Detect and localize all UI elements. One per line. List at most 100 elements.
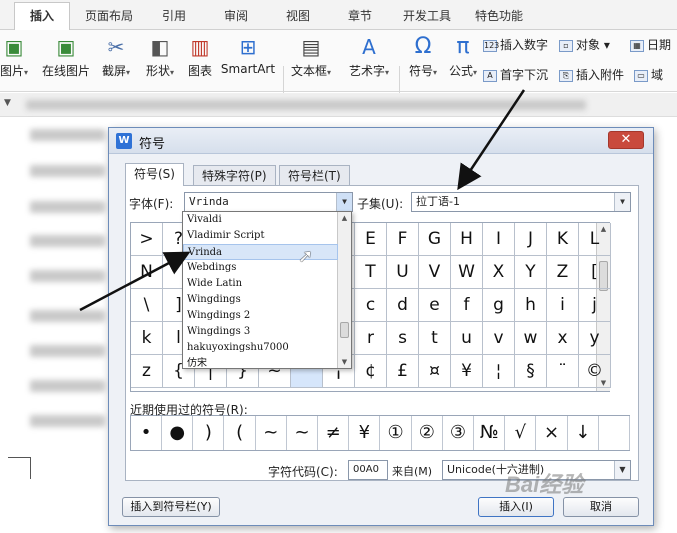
- attachment-button[interactable]: ⎘ 插入附件: [559, 66, 624, 83]
- symbol-cell[interactable]: e: [419, 289, 451, 322]
- symbol-cell[interactable]: ¦: [483, 355, 515, 388]
- symbol-cell[interactable]: k: [131, 322, 163, 355]
- close-button[interactable]: ✕: [608, 131, 644, 149]
- textbox-button[interactable]: ▤ 文本框▾: [288, 34, 334, 79]
- scroll-thumb[interactable]: [340, 322, 349, 338]
- recent-symbol-cell[interactable]: ×: [537, 416, 568, 450]
- dialog-titlebar[interactable]: W 符号 ✕: [109, 128, 653, 154]
- font-list-item[interactable]: Wingdings 3: [183, 324, 338, 340]
- font-combobox[interactable]: Vrinda ▼: [184, 192, 353, 212]
- tab-symbol-bar[interactable]: 符号栏(T): [279, 165, 350, 185]
- scroll-down-icon[interactable]: ▼: [338, 356, 351, 368]
- font-list-scrollbar[interactable]: ▲ ▼: [337, 212, 351, 368]
- symbol-cell[interactable]: H: [451, 223, 483, 256]
- symbol-cell[interactable]: w: [515, 322, 547, 355]
- symbol-cell[interactable]: V: [419, 256, 451, 289]
- symbol-cell[interactable]: c: [355, 289, 387, 322]
- scroll-up-icon[interactable]: ▲: [338, 212, 351, 224]
- recent-symbol-cell[interactable]: ①: [381, 416, 412, 450]
- font-list-item[interactable]: 仿宋: [183, 356, 338, 372]
- symbol-cell[interactable]: F: [387, 223, 419, 256]
- symbol-cell[interactable]: E: [355, 223, 387, 256]
- symbol-cell[interactable]: z: [131, 355, 163, 388]
- tab-special-characters[interactable]: 特殊字符(P): [193, 165, 276, 185]
- symbol-cell[interactable]: G: [419, 223, 451, 256]
- recent-symbol-cell[interactable]: ~: [287, 416, 318, 450]
- tab-symbols[interactable]: 符号(S): [125, 163, 184, 186]
- recent-symbol-cell[interactable]: ~: [256, 416, 287, 450]
- symbol-cell[interactable]: ©: [579, 355, 611, 388]
- symbol-cell[interactable]: >: [131, 223, 163, 256]
- screenshot-button[interactable]: ✂ 截屏▾: [96, 34, 136, 79]
- recent-symbol-cell[interactable]: •: [131, 416, 162, 450]
- recent-symbol-cell[interactable]: √: [505, 416, 537, 450]
- tab-page-layout[interactable]: 页面布局: [78, 3, 140, 30]
- dropcap-button[interactable]: A 首字下沉: [483, 66, 548, 83]
- symbol-cell[interactable]: t: [419, 322, 451, 355]
- field-button[interactable]: ▭ 域: [634, 66, 663, 83]
- chart-button[interactable]: ▥ 图表: [184, 34, 216, 79]
- symbol-cell[interactable]: d: [387, 289, 419, 322]
- symbol-cell[interactable]: \: [131, 289, 163, 322]
- recent-symbol-cell[interactable]: ¥: [349, 416, 381, 450]
- recent-symbol-cell[interactable]: ↓: [568, 416, 599, 450]
- recent-symbol-cell[interactable]: (: [225, 416, 256, 450]
- symbol-cell[interactable]: y: [579, 322, 611, 355]
- shapes-button[interactable]: ◧ 形状▾: [140, 34, 180, 79]
- symbol-cell[interactable]: L: [579, 223, 611, 256]
- date-button[interactable]: ▦ 日期: [630, 36, 671, 53]
- symbol-cell[interactable]: ¤: [419, 355, 451, 388]
- symbol-cell[interactable]: Y: [515, 256, 547, 289]
- symbol-cell[interactable]: v: [483, 322, 515, 355]
- symbol-cell[interactable]: ¥: [451, 355, 483, 388]
- symbol-cell[interactable]: ¢: [355, 355, 387, 388]
- chevron-down-icon[interactable]: ▼: [614, 461, 630, 479]
- symbol-cell[interactable]: X: [483, 256, 515, 289]
- symbol-cell[interactable]: r: [355, 322, 387, 355]
- recent-symbol-cell[interactable]: ●: [162, 416, 194, 450]
- symbol-cell[interactable]: K: [547, 223, 579, 256]
- symbol-cell[interactable]: ¨: [547, 355, 579, 388]
- collapse-arrow-icon[interactable]: ▼: [4, 98, 11, 108]
- symbol-cell[interactable]: W: [451, 256, 483, 289]
- symbol-cell[interactable]: £: [387, 355, 419, 388]
- insert-number-button[interactable]: 123插入数字: [483, 36, 548, 53]
- recent-symbol-cell[interactable]: ≠: [318, 416, 350, 450]
- chevron-down-icon[interactable]: ▼: [614, 193, 630, 211]
- symbol-cell[interactable]: U: [387, 256, 419, 289]
- tab-view[interactable]: 视图: [274, 3, 322, 30]
- recent-symbol-cell[interactable]: №: [474, 416, 506, 450]
- tab-review[interactable]: 审阅: [212, 3, 260, 30]
- symbol-cell[interactable]: J: [515, 223, 547, 256]
- symbol-cell[interactable]: T: [355, 256, 387, 289]
- object-button[interactable]: ▫ 对象 ▾: [559, 36, 610, 53]
- smartart-button[interactable]: ⊞ SmartArt: [218, 34, 278, 76]
- insert-to-symbol-bar-button[interactable]: 插入到符号栏(Y): [122, 497, 220, 517]
- font-list-item[interactable]: Wide Latin: [183, 276, 338, 292]
- symbol-cell[interactable]: u: [451, 322, 483, 355]
- symbol-cell[interactable]: Z: [547, 256, 579, 289]
- tab-references[interactable]: 引用: [150, 3, 198, 30]
- char-code-input[interactable]: 00A0: [348, 460, 388, 480]
- font-list-item[interactable]: Vivaldi: [183, 212, 338, 228]
- cancel-button[interactable]: 取消: [563, 497, 639, 517]
- online-picture-button[interactable]: ▣ 在线图片: [38, 34, 94, 79]
- font-list-item[interactable]: Vladimir Script: [183, 228, 338, 244]
- symbol-cell[interactable]: [: [579, 256, 611, 289]
- symbol-cell[interactable]: h: [515, 289, 547, 322]
- recent-symbol-cell[interactable]: ③: [443, 416, 474, 450]
- symbol-cell[interactable]: §: [515, 355, 547, 388]
- font-list-item[interactable]: Wingdings 2: [183, 308, 338, 324]
- symbol-cell[interactable]: g: [483, 289, 515, 322]
- insert-button[interactable]: 插入(I): [478, 497, 554, 517]
- symbol-cell[interactable]: I: [483, 223, 515, 256]
- formula-button[interactable]: π 公式▾: [446, 34, 480, 79]
- recent-symbol-cell[interactable]: ②: [412, 416, 443, 450]
- tab-chapter[interactable]: 章节: [336, 3, 384, 30]
- font-list-item[interactable]: Wingdings: [183, 292, 338, 308]
- symbol-cell[interactable]: x: [547, 322, 579, 355]
- subset-combobox[interactable]: 拉丁语-1 ▼: [411, 192, 631, 212]
- symbol-button[interactable]: Ω 符号▾: [404, 34, 442, 79]
- tab-insert[interactable]: 插入: [14, 2, 70, 31]
- symbol-cell[interactable]: N: [131, 256, 163, 289]
